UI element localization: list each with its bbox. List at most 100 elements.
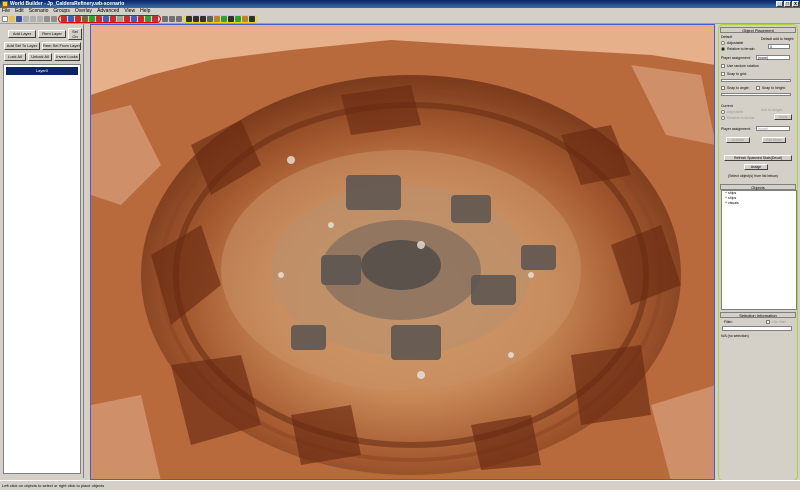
- current-relative-radio[interactable]: [721, 116, 725, 120]
- maximize-button[interactable]: □: [784, 1, 791, 7]
- menu-edit[interactable]: Edit: [15, 8, 24, 15]
- objects-tree[interactable]: + ships + ships + visuals: [721, 190, 797, 310]
- terrain-view-icon[interactable]: [214, 16, 220, 22]
- cut-icon[interactable]: [23, 16, 29, 22]
- wireframe-icon[interactable]: [207, 16, 213, 22]
- rotate-view-icon[interactable]: [193, 16, 199, 22]
- random-rotation-checkbox[interactable]: [721, 64, 725, 68]
- save-icon[interactable]: [16, 16, 22, 22]
- grid-icon[interactable]: [162, 16, 168, 22]
- snap-to-height-label: Snap to height:: [762, 86, 786, 90]
- object-view-icon[interactable]: [228, 16, 234, 22]
- rem-sel-from-layer-button[interactable]: Rem Sel From Layer: [42, 42, 81, 50]
- snap-to-angle-checkbox[interactable]: [721, 86, 725, 90]
- current-adjustable-label: Adjustable: [727, 110, 744, 114]
- menu-overlay[interactable]: Overlay: [75, 8, 92, 15]
- invert-locks-button[interactable]: Invert Locks: [54, 53, 80, 61]
- refresh-spawned-stats-button[interactable]: Refresh Spawned Stats(Decal): [724, 155, 792, 161]
- light-tool-icon[interactable]: [145, 16, 151, 22]
- open-folder-icon[interactable]: [9, 16, 15, 22]
- object-placement-header: Object Placement: [720, 27, 796, 33]
- fog-view-icon[interactable]: [249, 16, 255, 22]
- road-tool-icon[interactable]: [117, 16, 123, 22]
- zoom-in-icon[interactable]: [169, 16, 175, 22]
- undo-icon[interactable]: [44, 16, 50, 22]
- camera-icon[interactable]: [186, 16, 192, 22]
- tree-item[interactable]: + visuals: [722, 201, 796, 206]
- shadow-view-icon[interactable]: [242, 16, 248, 22]
- snap-to-grid-label: Snap to grid:: [727, 72, 747, 76]
- angle-slider[interactable]: [721, 93, 791, 96]
- player-assignment-select[interactable]: (none): [756, 55, 790, 60]
- paint-tool-icon[interactable]: [103, 16, 109, 22]
- add-layer-button[interactable]: Add Layer: [8, 30, 36, 38]
- select-tool-icon[interactable]: [61, 16, 67, 22]
- default-add-to-height-label: Default add to height:: [761, 37, 795, 41]
- paste-icon[interactable]: [37, 16, 43, 22]
- use-filter-label: Use filter: [772, 320, 786, 324]
- menu-groups[interactable]: Groups: [53, 8, 69, 15]
- selection-status: N/A (no selection): [721, 334, 749, 338]
- layers-panel: Add Layer Rem Layer Sel On Add Sel To La…: [0, 24, 84, 478]
- delete-tool-icon[interactable]: [152, 16, 158, 22]
- lock-all-button[interactable]: Lock All: [4, 53, 26, 61]
- activate-button[interactable]: Activate: [726, 137, 750, 143]
- new-file-icon[interactable]: [2, 16, 8, 22]
- smooth-tool-icon[interactable]: [89, 16, 95, 22]
- assign-button[interactable]: Assign: [744, 164, 768, 170]
- relative-to-terrain-radio[interactable]: [721, 47, 725, 51]
- select-hint: (Select object(s) from list below): [728, 174, 778, 178]
- adjustable-radio[interactable]: [721, 41, 725, 45]
- layer-list[interactable]: Layer0: [3, 64, 81, 474]
- object-tool-icon[interactable]: [110, 16, 116, 22]
- menu-help[interactable]: Help: [140, 8, 150, 15]
- water-tool-icon[interactable]: [131, 16, 137, 22]
- current-player-select[interactable]: (none): [756, 126, 790, 131]
- window-title: World Builder - Jp_CalderaRefinery.wb-sc…: [10, 1, 125, 7]
- menu-advanced[interactable]: Advanced: [97, 8, 119, 15]
- random-rotation-label: Use random rotation: [727, 64, 759, 68]
- brush-tool-icon[interactable]: [68, 16, 74, 22]
- filter-input[interactable]: [722, 326, 792, 331]
- menu-view[interactable]: View: [124, 8, 135, 15]
- filter-label: Filter:: [724, 320, 733, 324]
- current-player-assignment-label: Player assignment:: [721, 127, 751, 131]
- edit-water-button[interactable]: Edit Water: [762, 137, 786, 143]
- pan-view-icon[interactable]: [200, 16, 206, 22]
- layer-item[interactable]: Layer0: [6, 67, 78, 75]
- grid-slider[interactable]: [721, 79, 791, 82]
- rem-layer-button[interactable]: Rem Layer: [38, 30, 66, 38]
- snap-to-height-checkbox[interactable]: [756, 86, 760, 90]
- tree-item-label: ships: [728, 191, 737, 195]
- add-sel-to-layer-button[interactable]: Add Sel To Layer: [4, 42, 40, 50]
- menu-file[interactable]: File: [2, 8, 10, 15]
- foliage-view-icon[interactable]: [221, 16, 227, 22]
- redo-icon[interactable]: [51, 16, 57, 22]
- zoom-out-icon[interactable]: [176, 16, 182, 22]
- snap-to-grid-checkbox[interactable]: [721, 72, 725, 76]
- minimize-button[interactable]: _: [776, 1, 783, 7]
- tree-item-label: ships: [728, 196, 737, 200]
- sel-on-button[interactable]: Sel On: [68, 28, 82, 40]
- flatten-tool-icon[interactable]: [96, 16, 102, 22]
- edit-tools-group: [58, 15, 161, 23]
- lighting-view-icon[interactable]: [235, 16, 241, 22]
- snap-to-angle-label: Snap to angle:: [727, 86, 750, 90]
- 3d-viewport[interactable]: [90, 24, 715, 480]
- title-bar: World Builder - Jp_CalderaRefinery.wb-sc…: [0, 0, 800, 8]
- waypoint-tool-icon[interactable]: [124, 16, 130, 22]
- apply-button[interactable]: Apply: [774, 114, 792, 120]
- copy-icon[interactable]: [30, 16, 36, 22]
- lower-tool-icon[interactable]: [82, 16, 88, 22]
- close-button[interactable]: x: [792, 1, 799, 7]
- menu-scenario[interactable]: Scenario: [29, 8, 49, 15]
- player-assignment-label: Player assignment:: [721, 56, 751, 60]
- height-input[interactable]: 0: [768, 44, 790, 49]
- menu-bar: File Edit Scenario Groups Overlay Advanc…: [0, 8, 800, 15]
- tree-item-label: visuals: [728, 201, 739, 205]
- raise-tool-icon[interactable]: [75, 16, 81, 22]
- area-tool-icon[interactable]: [138, 16, 144, 22]
- unlock-all-button[interactable]: Unlock All: [28, 53, 52, 61]
- current-adjustable-radio[interactable]: [721, 110, 725, 114]
- use-filter-checkbox[interactable]: [766, 320, 770, 324]
